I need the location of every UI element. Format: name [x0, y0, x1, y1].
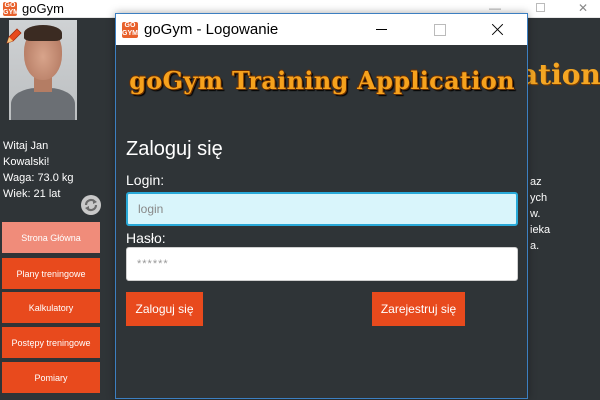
login-input[interactable]: login [126, 192, 518, 226]
user-info: Witaj Jan Kowalski! Waga: 73.0 kg Wiek: … [3, 138, 98, 202]
main-close-button[interactable]: ✕ [568, 0, 598, 18]
pencil-icon[interactable] [4, 26, 24, 46]
background-heading: ation [520, 58, 600, 91]
password-placeholder: ****** [137, 258, 169, 270]
password-label: Hasło: [126, 230, 166, 246]
background-text-line: ieka [530, 224, 551, 236]
nav-progress-button[interactable]: Postępy treningowe [2, 327, 100, 358]
password-input[interactable]: ****** [126, 247, 518, 281]
dialog-maximize-button[interactable] [416, 14, 462, 45]
refresh-icon[interactable] [80, 194, 102, 216]
background-text: az ych w. ieka a. [530, 174, 600, 254]
dialog-minimize-button[interactable] [358, 14, 404, 45]
dialog-close-button[interactable] [474, 14, 520, 45]
main-maximize-button[interactable] [525, 0, 555, 18]
nav-measurements-button[interactable]: Pomiary [2, 362, 100, 393]
nav-training-plans-button[interactable]: Plany treningowe [2, 258, 100, 289]
form-title: Zaloguj się [126, 138, 223, 160]
main-window-title: goGym [22, 1, 64, 16]
nav-home-button[interactable]: Strona Główna [2, 222, 100, 253]
user-name-text: Kowalski! [3, 156, 50, 168]
app-heading: goGym Training Application [129, 66, 515, 95]
login-button[interactable]: Zaloguj się [126, 292, 203, 326]
background-text-line: az [530, 176, 542, 188]
dialog-titlebar[interactable]: GO GYM goGym - Logowanie [116, 14, 527, 45]
login-placeholder: login [138, 202, 164, 216]
greeting-text: Witaj Jan [3, 140, 49, 152]
dialog-title: goGym - Logowanie [144, 21, 279, 38]
app-logo-icon: GO GYM [122, 22, 138, 38]
nav-calculators-button[interactable]: Kalkulatory [2, 292, 100, 323]
login-label: Login: [126, 172, 165, 188]
background-text-line: w. [530, 208, 541, 220]
register-button[interactable]: Zarejestruj się [372, 292, 465, 326]
background-text-line: a. [530, 240, 540, 252]
app-logo-icon: GO GYM [3, 2, 19, 16]
login-dialog: GO GYM goGym - Logowanie goGym Training … [115, 13, 528, 399]
background-text-line: ych [530, 192, 548, 204]
weight-text: Waga: 73.0 kg [3, 172, 74, 184]
